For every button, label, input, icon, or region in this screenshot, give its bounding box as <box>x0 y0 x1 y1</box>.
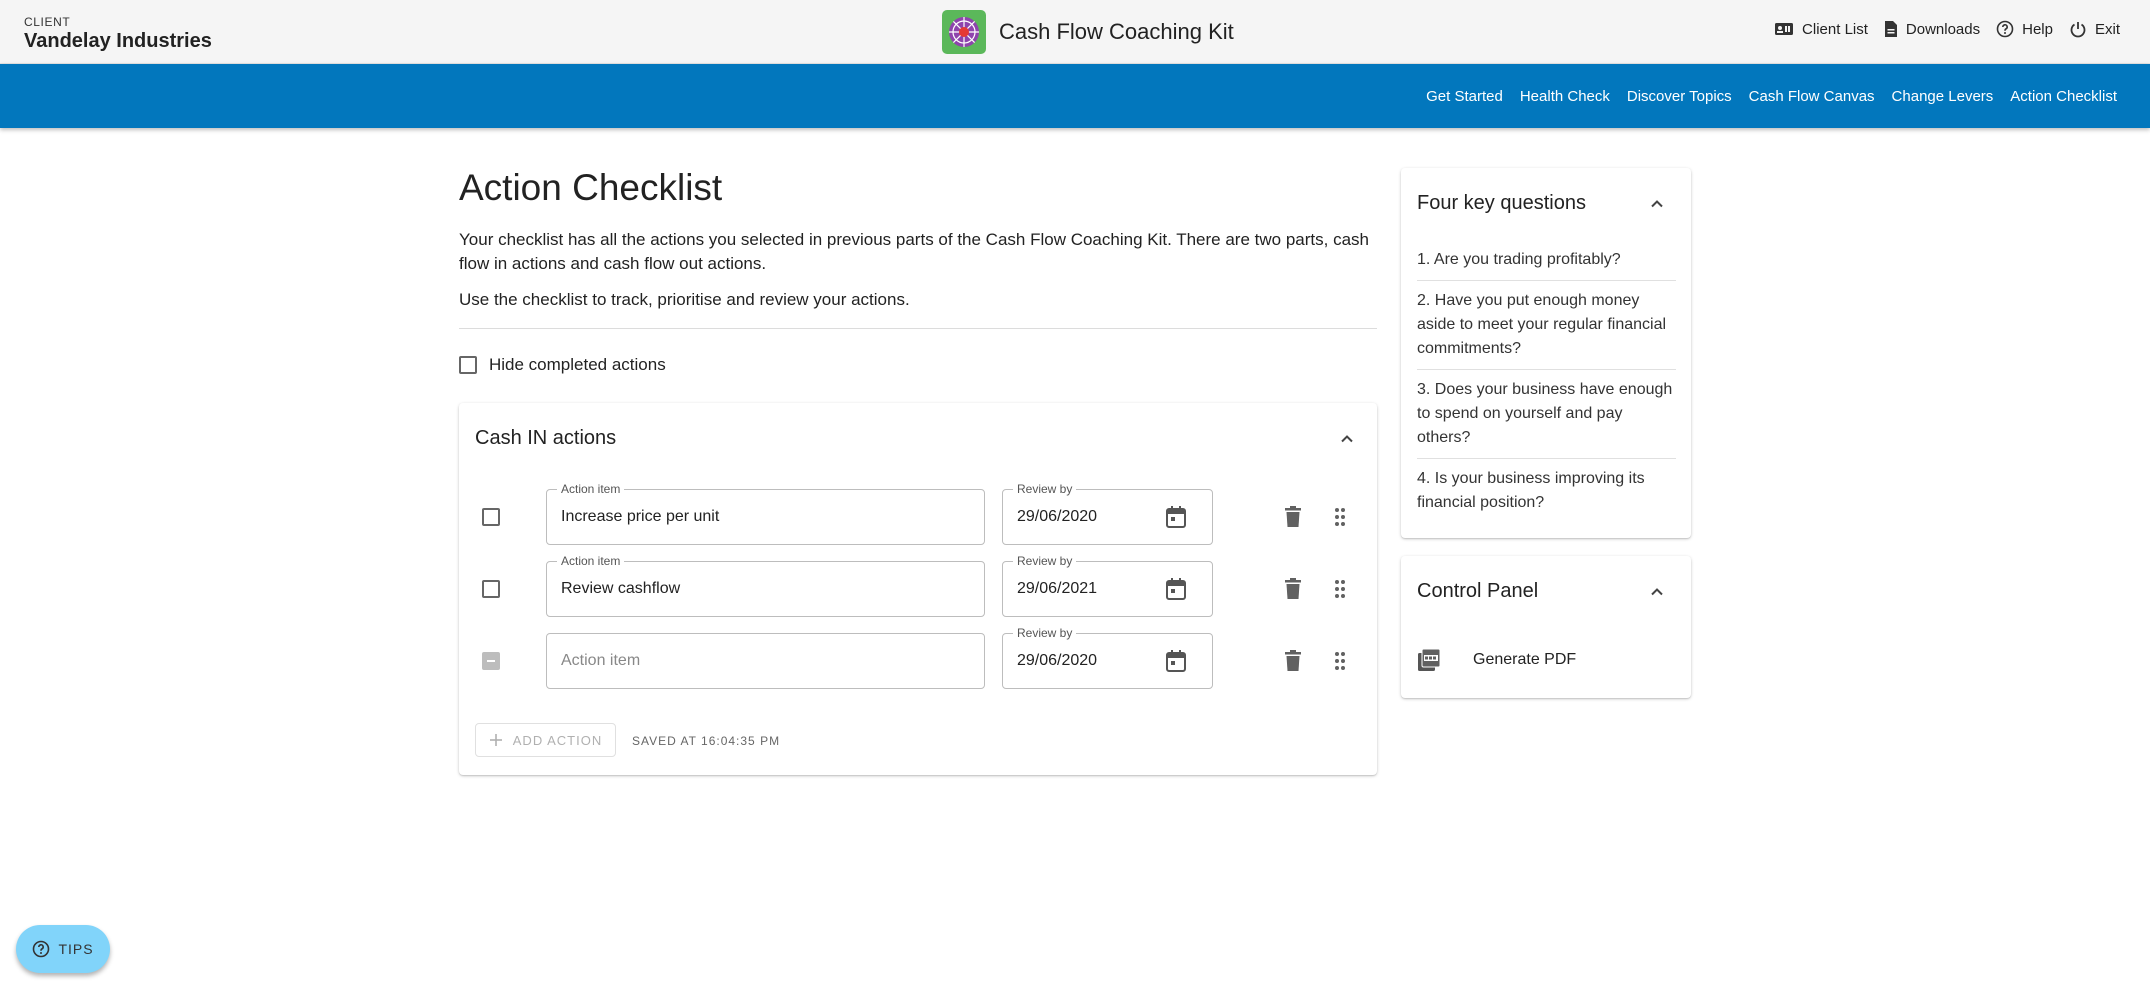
app-title: Cash Flow Coaching Kit <box>999 19 1234 44</box>
chevron-up-icon[interactable] <box>1337 429 1357 449</box>
tips-label: TIPS <box>58 941 94 957</box>
control-panel-card: Control Panel Generate PDF <box>1401 556 1691 698</box>
review-by-label: Review by <box>1013 626 1077 640</box>
question-item: 4. Is your business improving its financ… <box>1417 470 1645 511</box>
app-logo-icon <box>942 10 986 54</box>
review-by-value: 29/06/2020 <box>1017 508 1098 525</box>
main-content: Action Checklist Your checklist has all … <box>459 160 1377 775</box>
app-header: CLIENT Vandelay Industries Cash Flow Coa… <box>0 0 2150 64</box>
action-item-field[interactable]: Action item <box>546 633 985 689</box>
key-questions-card: Four key questions 1. Are you trading pr… <box>1401 168 1691 538</box>
exit-label: Exit <box>2094 20 2120 38</box>
action-item-value: Increase price per unit <box>561 508 720 525</box>
divider <box>459 328 1377 329</box>
trash-icon[interactable] <box>1283 649 1303 673</box>
drag-handle-icon[interactable] <box>1333 505 1347 529</box>
generate-pdf-label: Generate PDF <box>1473 651 1577 668</box>
tips-button[interactable]: TIPS <box>16 925 110 973</box>
page-title: Action Checklist <box>459 167 723 208</box>
help-label: Help <box>2022 20 2053 38</box>
drag-handle-icon[interactable] <box>1333 649 1347 673</box>
brand[interactable]: Cash Flow Coaching Kit <box>942 10 1234 54</box>
help-circle-icon <box>33 940 50 958</box>
nav-get-started[interactable]: Get Started <box>1426 88 1503 105</box>
action-checkbox[interactable] <box>482 580 500 598</box>
cash-in-card: Cash IN actions Action item Increase pri… <box>459 403 1377 775</box>
action-checkbox-indeterminate[interactable] <box>482 652 500 670</box>
trash-icon[interactable] <box>1283 505 1303 529</box>
nav-action-checklist[interactable]: Action Checklist <box>2010 88 2117 105</box>
review-by-value: 29/06/2020 <box>1017 652 1098 669</box>
intro-text: Your checklist has all the actions you s… <box>459 230 1369 273</box>
hide-completed-toggle[interactable]: Hide completed actions <box>459 353 1377 377</box>
action-row: Action item Increase price per unit Revi… <box>459 482 1377 545</box>
client-name: Vandelay Industries <box>24 30 212 52</box>
chevron-up-icon[interactable] <box>1647 194 1667 214</box>
client-label: CLIENT <box>24 15 71 29</box>
generate-pdf-button[interactable]: Generate PDF <box>1417 648 1576 672</box>
question-item: 1. Are you trading profitably? <box>1417 248 1676 281</box>
control-panel-title: Control Panel <box>1417 580 1539 602</box>
review-by-field[interactable]: Review by 29/06/2020 <box>1002 482 1213 545</box>
key-questions-title: Four key questions <box>1417 192 1586 214</box>
review-by-field[interactable]: Review by 29/06/2020 <box>1002 626 1213 689</box>
saved-status: SAVED AT 16:04:35 PM <box>632 734 781 748</box>
calendar-icon[interactable] <box>1165 577 1187 601</box>
calendar-icon[interactable] <box>1165 505 1187 529</box>
nav-discover-topics[interactable]: Discover Topics <box>1627 88 1732 105</box>
action-item-label: Action item <box>557 554 625 568</box>
power-icon <box>2070 22 2086 38</box>
action-item-field[interactable]: Action item Increase price per unit <box>546 482 985 545</box>
chevron-up-icon[interactable] <box>1647 582 1667 602</box>
calendar-icon[interactable] <box>1165 649 1187 673</box>
review-by-label: Review by <box>1013 554 1077 568</box>
help-circle-icon <box>1996 20 2014 38</box>
exit-link[interactable]: Exit <box>2069 20 2120 38</box>
review-by-field[interactable]: Review by 29/06/2021 <box>1002 554 1213 617</box>
add-action-button[interactable]: ADD ACTION <box>475 723 616 757</box>
nav-cash-flow-canvas[interactable]: Cash Flow Canvas <box>1749 88 1875 105</box>
action-item-field[interactable]: Action item Review cashflow <box>546 554 985 617</box>
header-links: Client List Downloads Help Exit <box>1758 20 2120 38</box>
nav-change-levers[interactable]: Change Levers <box>1892 88 1994 105</box>
review-by-label: Review by <box>1013 482 1077 496</box>
action-item-label: Action item <box>557 482 625 496</box>
hide-completed-checkbox[interactable] <box>459 356 477 374</box>
action-item-value: Review cashflow <box>561 580 681 597</box>
intro-text-2: Use the checklist to track, prioritise a… <box>459 290 910 309</box>
question-item: 3. Does your business have enough to spe… <box>1417 370 1676 459</box>
nav-health-check[interactable]: Health Check <box>1520 88 1610 105</box>
trash-icon[interactable] <box>1283 577 1303 601</box>
pdf-icon <box>1418 648 1441 671</box>
hide-completed-label: Hide completed actions <box>489 355 666 374</box>
downloads-link[interactable]: Downloads <box>1884 20 1980 38</box>
add-action-label: ADD ACTION <box>512 732 603 748</box>
client-list-link[interactable]: Client List <box>1774 20 1868 38</box>
cash-in-title: Cash IN actions <box>475 427 617 449</box>
questions-list: 1. Are you trading profitably? 2. Have y… <box>1417 248 1676 523</box>
question-item: 2. Have you put enough money aside to me… <box>1417 281 1676 370</box>
downloads-label: Downloads <box>1905 20 1981 38</box>
plus-icon <box>489 734 502 746</box>
action-row: Action item Review cashflow Review by 29… <box>459 554 1377 617</box>
action-item-placeholder: Action item <box>561 652 641 669</box>
contact-card-icon <box>1775 23 1794 35</box>
main-nav: Get Started Health Check Discover Topics… <box>0 64 2150 128</box>
client-list-label: Client List <box>1802 20 1868 38</box>
action-checkbox[interactable] <box>482 508 500 526</box>
help-link[interactable]: Help <box>1996 20 2053 38</box>
drag-handle-icon[interactable] <box>1333 577 1347 601</box>
review-by-value: 29/06/2021 <box>1017 580 1098 597</box>
action-row: Action item Review by 29/06/2020 <box>459 626 1377 689</box>
document-icon <box>1884 21 1897 37</box>
client-info: CLIENT Vandelay Industries <box>24 15 212 53</box>
